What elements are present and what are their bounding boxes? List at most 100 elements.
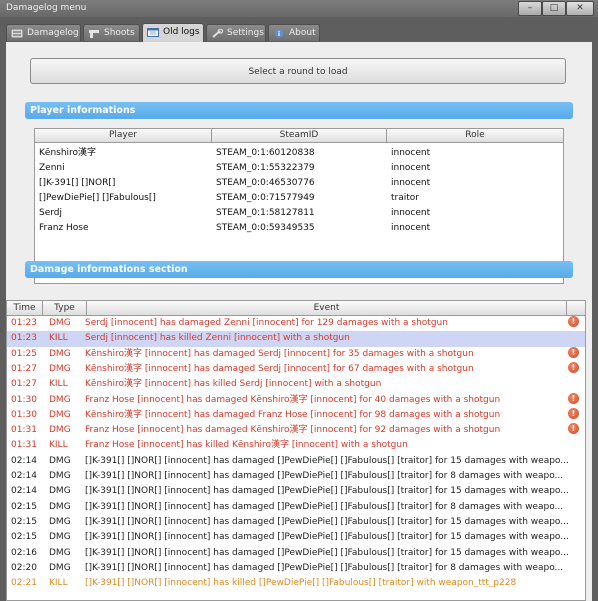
- log-event: []K-391[] []NOR[] [innocent] has damaged…: [85, 547, 569, 558]
- log-type: DMG: [49, 516, 71, 527]
- column-role[interactable]: Role: [387, 129, 563, 142]
- log-type: KILL: [49, 578, 68, 589]
- player-role: innocent: [391, 208, 431, 218]
- column-flag[interactable]: [567, 301, 585, 315]
- warning-icon: !: [568, 316, 579, 327]
- log-type: DMG: [49, 425, 71, 436]
- log-event: []K-391[] []NOR[] [innocent] has killed …: [85, 578, 517, 589]
- log-event: Kēnshiro漢字 [innocent] has damaged Serdj …: [85, 363, 474, 374]
- damage-log-row[interactable]: 02:21 KILL []K-391[] []NOR[] [innocent] ha…: [7, 576, 585, 591]
- damage-log-row[interactable]: 01:23 DMG Serdj [innocent] has damaged Zen…: [7, 316, 585, 331]
- log-time: 02:15: [11, 501, 37, 512]
- log-event: Serdj [innocent] has damaged Zenni [inno…: [85, 318, 448, 328]
- tab-bar: Damagelog Shoots Old logs Settings About: [6, 23, 596, 42]
- player-steamid: STEAM_0:1:60120838: [216, 148, 315, 158]
- log-event: []K-391[] []NOR[] [innocent] has damaged…: [85, 471, 564, 481]
- log-event: Kēnshiro漢字 [innocent] has damaged Franz …: [85, 409, 501, 420]
- column-steamid[interactable]: SteamID: [212, 129, 387, 142]
- calendar-icon: [147, 28, 159, 37]
- log-event: []K-391[] []NOR[] [innocent] has damaged…: [85, 501, 564, 512]
- warning-icon: !: [568, 407, 579, 419]
- damage-log-row[interactable]: 01:30 DMG Kēnshiro漢字 [innocent] has damage…: [7, 407, 585, 423]
- log-type: DMG: [49, 486, 71, 497]
- damage-log-row[interactable]: 02:14 DMG []K-391[] []NOR[] [innocent] has…: [7, 454, 585, 469]
- log-time: 02:15: [11, 516, 37, 527]
- tab-settings[interactable]: Settings: [206, 24, 266, 41]
- player-row[interactable]: Serdj STEAM_0:1:58127811 innocent: [35, 206, 563, 221]
- damage-log-row[interactable]: 02:14 DMG []K-391[] []NOR[] [innocent] has…: [7, 469, 585, 484]
- warning-icon: !: [568, 392, 579, 404]
- log-time: 02:15: [11, 532, 37, 543]
- log-time: 02:14: [11, 471, 37, 481]
- player-name: Kēnshiro漢字: [39, 148, 97, 158]
- damage-log-row[interactable]: 01:31 DMG Franz Hose [innocent] has damage…: [7, 423, 585, 438]
- log-time: 01:25: [11, 348, 37, 359]
- player-name: Franz Hose: [39, 223, 89, 233]
- damage-log-row[interactable]: 02:15 DMG []K-391[] []NOR[] [innocent] has…: [7, 515, 585, 530]
- damage-log-row[interactable]: 01:25 DMG Kēnshiro漢字 [innocent] has damage…: [7, 346, 585, 362]
- damage-log-row[interactable]: 01:30 DMG Franz Hose [innocent] has damage…: [7, 392, 585, 408]
- log-time: 01:31: [11, 425, 37, 436]
- damage-log-row[interactable]: 02:20 DMG []K-391[] []NOR[] [innocent] has…: [7, 561, 585, 576]
- damage-log-row[interactable]: 02:16 DMG []K-391[] []NOR[] [innocent] has…: [7, 546, 585, 561]
- close-button[interactable]: ✕: [566, 1, 594, 16]
- tab-old-logs-label: Old logs: [163, 27, 200, 37]
- player-row[interactable]: Franz Hose STEAM_0:0:59349535 innocent: [35, 221, 563, 236]
- column-time[interactable]: Time: [7, 301, 43, 315]
- wrench-icon: [212, 29, 223, 38]
- warning-icon: !: [568, 423, 579, 435]
- player-row[interactable]: Zenni STEAM_0:1:55322379 innocent: [35, 161, 563, 176]
- log-time: 02:16: [11, 547, 37, 558]
- player-table-header: Player SteamID Role: [35, 129, 563, 143]
- log-event: Franz Hose [innocent] has damaged Kēnshi…: [85, 394, 501, 405]
- minimize-button[interactable]: –: [518, 1, 542, 16]
- damage-log-row[interactable]: 01:23 KILL Serdj [innocent] has killed Zen…: [7, 331, 585, 347]
- player-name: []K-391[] []NOR[]: [39, 178, 116, 188]
- log-event: []K-391[] []NOR[] [innocent] has damaged…: [85, 562, 564, 573]
- player-role: innocent: [391, 163, 431, 173]
- maximize-button[interactable]: □: [542, 1, 566, 16]
- select-round-button[interactable]: Select a round to load: [30, 58, 566, 84]
- tab-shoots[interactable]: Shoots: [83, 24, 140, 41]
- log-type: KILL: [49, 333, 68, 344]
- column-type[interactable]: Type: [43, 301, 87, 315]
- info-icon: [274, 29, 284, 38]
- log-type: DMG: [49, 547, 71, 558]
- player-section-header: Player informations: [25, 102, 573, 119]
- player-role: innocent: [391, 223, 431, 233]
- player-row[interactable]: Kēnshiro漢字 STEAM_0:1:60120838 innocent: [35, 146, 563, 161]
- list-icon: [11, 29, 23, 38]
- log-time: 02:14: [11, 455, 37, 466]
- damage-log-row[interactable]: 01:27 KILL Kēnshiro漢字 [innocent] has kille…: [7, 377, 585, 392]
- log-time: 02:20: [11, 562, 37, 573]
- player-name: Serdj: [39, 208, 63, 218]
- player-name: Zenni: [39, 163, 65, 173]
- player-steamid: STEAM_0:1:55322379: [216, 163, 315, 173]
- log-event: Kēnshiro漢字 [innocent] has killed Serdj […: [85, 379, 382, 390]
- log-type: DMG: [49, 532, 71, 543]
- column-player[interactable]: Player: [35, 129, 212, 142]
- column-event[interactable]: Event: [87, 301, 567, 315]
- damage-log-table: Time Type Event 01:23 DMG Serdj [innocent]…: [6, 300, 586, 601]
- damage-log-row[interactable]: 02:14 DMG []K-391[] []NOR[] [innocent] has…: [7, 484, 585, 499]
- log-time: 01:31: [11, 440, 37, 451]
- tab-damagelog[interactable]: Damagelog: [6, 24, 81, 41]
- log-type: DMG: [49, 455, 71, 466]
- player-row[interactable]: []PewDiePie[] []Fabulous[] STEAM_0:0:715…: [35, 191, 563, 206]
- title-bar[interactable]: Damagelog menu – □ ✕: [0, 0, 598, 17]
- warning-icon: !: [568, 346, 579, 358]
- damagelog-window: Damagelog menu – □ ✕ Damagelog Shoots Ol…: [0, 0, 598, 601]
- log-time: 01:27: [11, 363, 37, 374]
- damage-log-row[interactable]: 02:15 DMG []K-391[] []NOR[] [innocent] has…: [7, 500, 585, 515]
- log-type: DMG: [49, 348, 71, 359]
- damage-log-row[interactable]: 01:27 DMG Kēnshiro漢字 [innocent] has damage…: [7, 361, 585, 377]
- damage-log-row[interactable]: 02:15 DMG []K-391[] []NOR[] [innocent] has…: [7, 530, 585, 545]
- damage-log-row[interactable]: 01:31 KILL Franz Hose [innocent] has kille…: [7, 438, 585, 453]
- tab-about[interactable]: About: [268, 24, 320, 41]
- gun-icon: [89, 30, 99, 38]
- tab-about-label: About: [289, 28, 316, 38]
- log-time: 02:21: [11, 578, 37, 589]
- player-row[interactable]: []K-391[] []NOR[] STEAM_0:0:46530776 inn…: [35, 176, 563, 191]
- tab-old-logs[interactable]: Old logs: [142, 23, 204, 42]
- log-event: Serdj [innocent] has killed Zenni [innoc…: [85, 333, 350, 344]
